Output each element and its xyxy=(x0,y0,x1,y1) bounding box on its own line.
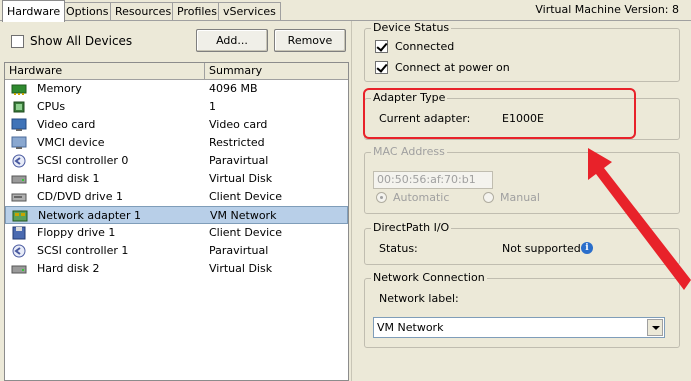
network-adapter-icon xyxy=(12,209,28,223)
hardware-name: CPUs xyxy=(37,100,66,113)
network-label-caption: Network label: xyxy=(379,292,459,305)
hardware-name: Floppy drive 1 xyxy=(37,226,116,239)
tab-hardware[interactable]: Hardware xyxy=(2,0,66,22)
memory-icon xyxy=(11,82,27,96)
hardware-name: Hard disk 2 xyxy=(37,262,100,275)
tab-label: Options xyxy=(66,5,109,18)
hardware-name: Memory xyxy=(37,82,82,95)
mac-manual-radio[interactable] xyxy=(483,192,494,203)
cpu-icon xyxy=(11,100,27,114)
hardware-summary: Client Device xyxy=(209,190,282,203)
show-all-devices-label: Show All Devices xyxy=(30,34,133,48)
hardware-summary: Paravirtual xyxy=(209,154,269,167)
directpath-status-label: Status: xyxy=(379,242,418,255)
connected-checkbox[interactable] xyxy=(375,40,388,53)
hardware-name: CD/DVD drive 1 xyxy=(37,190,123,203)
network-label-value: VM Network xyxy=(377,321,444,334)
chevron-down-icon[interactable] xyxy=(647,319,663,336)
mac-address-field[interactable]: 00:50:56:af:70:b1 xyxy=(373,171,493,189)
hardware-name: SCSI controller 0 xyxy=(37,154,129,167)
tab-label: Profiles xyxy=(177,5,217,18)
tab-vservices[interactable]: vServices xyxy=(218,2,281,21)
hardware-row[interactable]: Video card Video card xyxy=(5,116,348,134)
hard-disk-icon xyxy=(11,262,27,276)
hardware-name: Hard disk 1 xyxy=(37,172,100,185)
scsi-controller-icon xyxy=(11,244,27,258)
cd-dvd-icon xyxy=(11,190,27,204)
floppy-icon xyxy=(11,226,27,240)
mac-manual-label: Manual xyxy=(500,191,540,204)
hardware-summary: VM Network xyxy=(210,209,277,222)
hardware-row[interactable]: CD/DVD drive 1 Client Device xyxy=(5,188,348,206)
tab-profiles[interactable]: Profiles xyxy=(172,2,222,21)
hardware-summary: Virtual Disk xyxy=(209,262,273,275)
hard-disk-icon xyxy=(11,172,27,186)
show-all-devices-checkbox[interactable] xyxy=(11,35,24,48)
hardware-row[interactable]: SCSI controller 0 Paravirtual xyxy=(5,152,348,170)
connect-at-power-on-label: Connect at power on xyxy=(395,61,510,74)
hardware-summary: Virtual Disk xyxy=(209,172,273,185)
hardware-row[interactable]: CPUs 1 xyxy=(5,98,348,116)
hardware-row[interactable]: SCSI controller 1 Paravirtual xyxy=(5,242,348,260)
tab-options[interactable]: Options xyxy=(61,2,114,21)
annotation-highlight-box xyxy=(363,88,636,139)
connect-at-power-on-checkbox[interactable] xyxy=(375,61,388,74)
hardware-row[interactable]: Hard disk 2 Virtual Disk xyxy=(5,260,348,278)
hardware-name: VMCI device xyxy=(37,136,105,149)
video-card-icon xyxy=(11,118,27,132)
column-header-summary[interactable]: Summary xyxy=(205,63,348,80)
connected-label: Connected xyxy=(395,40,455,53)
hardware-name: Network adapter 1 xyxy=(38,209,141,222)
network-connection-title: Network Connection xyxy=(371,271,487,284)
mac-automatic-label: Automatic xyxy=(393,191,450,204)
tab-label: vServices xyxy=(223,5,276,18)
mac-automatic-radio[interactable] xyxy=(376,192,387,203)
hardware-summary: Client Device xyxy=(209,226,282,239)
hardware-summary: Paravirtual xyxy=(209,244,269,257)
hardware-summary: 4096 MB xyxy=(209,82,258,95)
add-button[interactable]: Add... xyxy=(196,29,268,52)
hardware-row[interactable]: Hard disk 1 Virtual Disk xyxy=(5,170,348,188)
remove-button[interactable]: Remove xyxy=(274,29,346,52)
hardware-row[interactable]: VMCI device Restricted xyxy=(5,134,348,152)
tab-resources[interactable]: Resources xyxy=(110,2,177,21)
tab-label: Resources xyxy=(115,5,172,18)
device-status-group: Device Status Connected Connect at power… xyxy=(364,21,680,82)
hardware-summary: Video card xyxy=(209,118,268,131)
column-header-hardware[interactable]: Hardware xyxy=(5,63,205,80)
vmci-device-icon xyxy=(11,136,27,150)
hardware-row[interactable]: Floppy drive 1 Client Device xyxy=(5,224,348,242)
tab-label: Hardware xyxy=(7,5,61,18)
hardware-row[interactable]: Memory 4096 MB xyxy=(5,80,348,98)
hardware-name: Video card xyxy=(37,118,96,131)
directpath-title: DirectPath I/O xyxy=(371,221,452,234)
hardware-name: SCSI controller 1 xyxy=(37,244,129,257)
hardware-row[interactable]: Network adapter 1 VM Network xyxy=(5,206,348,224)
hardware-list-header: Hardware Summary xyxy=(5,63,348,80)
vm-version-label: Virtual Machine Version: 8 xyxy=(535,3,679,16)
hardware-summary: Restricted xyxy=(209,136,265,149)
hardware-list[interactable]: Hardware Summary Memory 4096 MB CPUs 1 Video… xyxy=(4,62,349,381)
hardware-summary: 1 xyxy=(209,100,216,113)
scsi-controller-icon xyxy=(11,154,27,168)
network-label-select[interactable]: VM Network xyxy=(373,317,665,338)
mac-address-title: MAC Address xyxy=(371,145,447,158)
annotation-arrow-icon xyxy=(588,148,691,290)
device-status-title: Device Status xyxy=(371,21,452,34)
